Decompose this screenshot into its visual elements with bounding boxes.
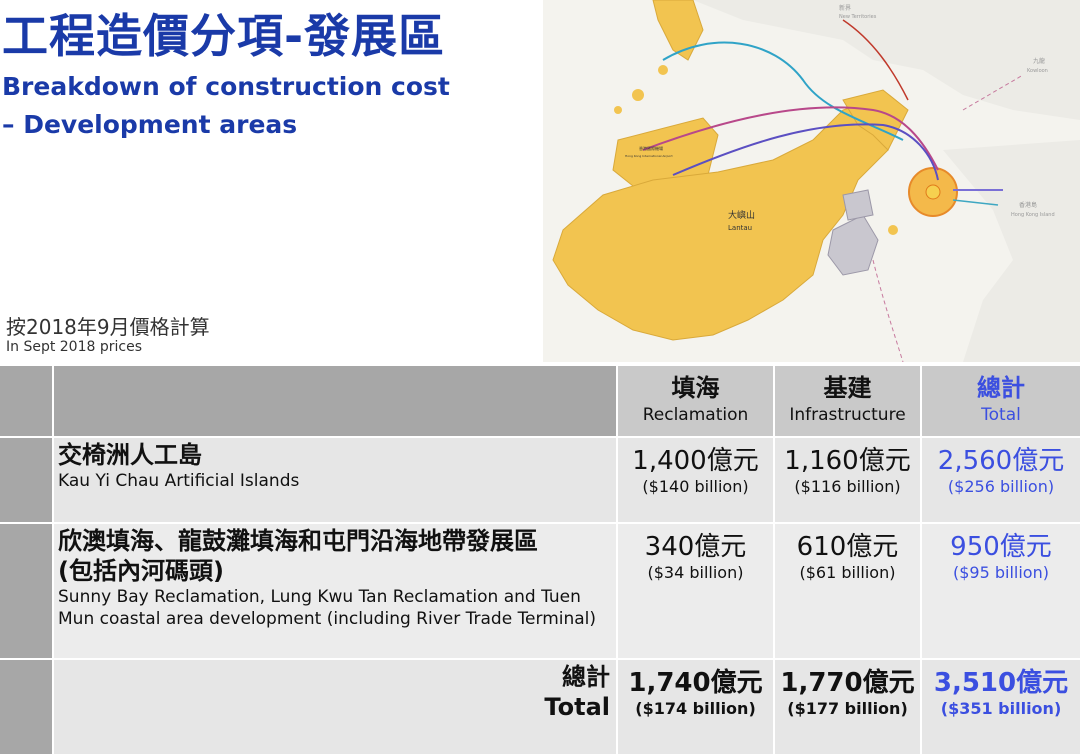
row2-infrastructure-sub: ($61 billion): [799, 563, 896, 582]
total-stub: [0, 660, 52, 754]
cost-table: 填海 Reclamation 基建 Infrastructure 總計 Tota…: [0, 366, 1080, 754]
row2-total-sub: ($95 billion): [953, 563, 1049, 582]
total-infrastructure-sub: ($177 billion): [787, 699, 908, 718]
header-stub: [0, 366, 52, 436]
map-label-kowloon-en: Kowloon: [1027, 68, 1048, 74]
row2-stub: [0, 524, 52, 658]
total-infrastructure-value: 1,770億元: [780, 668, 915, 698]
row1-name-en: Kau Yi Chau Artificial Islands: [58, 471, 300, 491]
total-total-value: 3,510億元: [933, 668, 1069, 698]
row1-infrastructure: 1,160億元 ($116 billion): [775, 438, 920, 522]
subtitle-line-1: Breakdown of construction cost: [2, 72, 450, 101]
total-reclamation: 1,740億元 ($174 billion): [618, 660, 773, 754]
header-infrastructure-en: Infrastructure: [789, 405, 906, 425]
row2-infrastructure-value: 610億元: [796, 532, 899, 562]
row2-total: 950億元 ($95 billion): [922, 524, 1080, 658]
table-row: 欣澳填海、龍鼓灘填海和屯門沿海地帶發展區 (包括內河碼頭) Sunny Bay …: [54, 524, 616, 658]
page-title: 工程造價分項-發展區: [2, 9, 446, 63]
header-total-zh: 總計: [977, 374, 1025, 402]
map-label-hki-en: Hong Kong Island: [1011, 212, 1055, 218]
row1-reclamation: 1,400億元 ($140 billion): [618, 438, 773, 522]
total-reclamation-value: 1,740億元: [628, 668, 763, 698]
total-total: 3,510億元 ($351 billion): [922, 660, 1080, 754]
header-infrastructure-zh: 基建: [823, 374, 872, 402]
row1-total-value: 2,560億元: [937, 446, 1065, 476]
header-reclamation-zh: 填海: [671, 374, 720, 402]
map-label-nt-en: New Territories: [839, 14, 877, 20]
row2-name-en-line1: Sunny Bay Reclamation, Lung Kwu Tan Recl…: [58, 587, 581, 607]
row1-total-sub: ($256 billion): [947, 477, 1055, 496]
map-label-kowloon-zh: 九龍: [1033, 57, 1045, 65]
table-row: 交椅洲人工島 Kau Yi Chau Artificial Islands: [54, 438, 616, 522]
map-label-airport-zh: 香港國際機場: [639, 145, 663, 151]
price-note-en: In Sept 2018 prices: [6, 339, 142, 355]
header-total: 總計 Total: [922, 366, 1080, 436]
row2-infrastructure: 610億元 ($61 billion): [775, 524, 920, 658]
map-label-hki-zh: 香港島: [1019, 201, 1037, 209]
price-note-zh: 按2018年9月價格計算: [6, 315, 210, 339]
total-label: 總計 Total: [54, 660, 616, 754]
row1-reclamation-sub: ($140 billion): [642, 477, 749, 496]
total-label-zh: 總計: [562, 663, 610, 691]
row2-name-zh-line2: (包括內河碼頭): [58, 557, 224, 585]
total-label-en: Total: [544, 693, 610, 721]
map-label-lantau-zh: 大嶼山: [728, 209, 755, 221]
map-graphic: 大嶼山 Lantau 新界 New Territories 九龍 Kowloon…: [543, 0, 1080, 362]
header-reclamation-en: Reclamation: [642, 405, 749, 425]
row2-reclamation-sub: ($34 billion): [647, 563, 744, 582]
development-map: 大嶼山 Lantau 新界 New Territories 九龍 Kowloon…: [543, 0, 1080, 362]
header-reclamation: 填海 Reclamation: [618, 366, 773, 436]
total-reclamation-sub: ($174 billion): [635, 699, 756, 718]
map-label-airport-en: Hong Kong International Airport: [625, 154, 673, 158]
row1-reclamation-value: 1,400億元: [632, 446, 759, 476]
row1-infrastructure-value: 1,160億元: [784, 446, 911, 476]
page-subtitle: Breakdown of construction cost – Develop…: [2, 68, 522, 144]
row1-stub: [0, 438, 52, 522]
row2-name-zh-line1: 欣澳填海、龍鼓灘填海和屯門沿海地帶發展區: [58, 527, 538, 555]
row1-infrastructure-sub: ($116 billion): [794, 477, 901, 496]
map-label-nt-zh: 新界: [839, 4, 851, 12]
row2-reclamation: 340億元 ($34 billion): [618, 524, 773, 658]
header-infrastructure: 基建 Infrastructure: [775, 366, 920, 436]
header-blank: [54, 366, 616, 436]
subtitle-line-2: – Development areas: [2, 110, 298, 139]
row2-total-value: 950億元: [950, 532, 1052, 562]
row2-reclamation-value: 340億元: [644, 532, 747, 562]
row1-total: 2,560億元 ($256 billion): [922, 438, 1080, 522]
row2-name-en-line2: Mun coastal area development (including …: [58, 609, 597, 629]
map-label-lantau-en: Lantau: [728, 224, 752, 232]
header-total-en: Total: [981, 405, 1021, 425]
row1-name-zh: 交椅洲人工島: [58, 441, 202, 469]
total-total-sub: ($351 billion): [940, 699, 1062, 718]
total-infrastructure: 1,770億元 ($177 billion): [775, 660, 920, 754]
